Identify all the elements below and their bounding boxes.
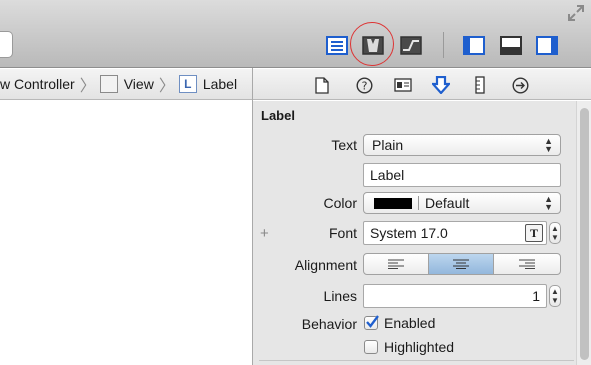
window-toolbar bbox=[0, 0, 591, 68]
swatch-divider bbox=[418, 196, 419, 210]
file-inspector-icon[interactable] bbox=[311, 74, 333, 96]
alignment-row-label: Alignment bbox=[294, 257, 357, 273]
toolbar-search-field[interactable] bbox=[0, 31, 13, 58]
checkmark-icon bbox=[366, 315, 379, 328]
version-editor-icon[interactable] bbox=[399, 34, 423, 56]
breadcrumb-separator-icon: 〉 bbox=[79, 78, 96, 95]
highlighted-label[interactable]: Highlighted bbox=[384, 339, 454, 355]
inspector-scrollbar[interactable] bbox=[576, 101, 591, 365]
text-content-value: Label bbox=[370, 167, 405, 183]
utilities-toggle-icon[interactable] bbox=[535, 34, 559, 56]
align-left-button[interactable] bbox=[363, 253, 429, 275]
label-icon: L bbox=[178, 75, 197, 93]
svg-text:?: ? bbox=[361, 79, 367, 92]
scrollbar-thumb[interactable] bbox=[580, 108, 589, 360]
breadcrumb-view-controller[interactable]: w Controller bbox=[0, 69, 75, 99]
popup-arrows-icon: ▲ ▼ bbox=[544, 194, 553, 212]
highlighted-checkbox[interactable] bbox=[364, 340, 378, 354]
attributes-inspector-icon[interactable] bbox=[430, 74, 452, 96]
lines-row-label: Lines bbox=[323, 288, 357, 304]
debug-area-toggle-icon[interactable] bbox=[499, 34, 523, 56]
color-row-label: Color bbox=[323, 195, 357, 211]
text-content-field[interactable]: Label bbox=[363, 163, 561, 187]
enabled-checkbox[interactable] bbox=[364, 315, 379, 330]
align-left-icon bbox=[388, 259, 404, 269]
align-center-icon bbox=[453, 259, 469, 269]
enabled-label[interactable]: Enabled bbox=[384, 315, 435, 331]
breadcrumb-label-item[interactable]: L Label bbox=[178, 69, 238, 99]
inspector-selector-bar: ? bbox=[253, 69, 591, 100]
breadcrumb-separator-icon: 〉 bbox=[158, 78, 175, 95]
font-value: System 17.0 bbox=[370, 225, 448, 241]
font-picker-icon[interactable]: T bbox=[525, 224, 543, 242]
font-row-label: Font bbox=[328, 225, 357, 241]
align-right-button[interactable] bbox=[493, 253, 561, 275]
add-font-variation-icon[interactable]: + bbox=[260, 225, 269, 242]
breadcrumb-label: View bbox=[123, 76, 154, 92]
color-value: Default bbox=[425, 195, 470, 211]
align-center-button[interactable] bbox=[428, 253, 494, 275]
lines-value: 1 bbox=[532, 288, 540, 304]
lines-stepper[interactable]: ▲ ▼ bbox=[549, 285, 561, 307]
fullscreen-icon[interactable] bbox=[567, 4, 585, 22]
font-size-stepper[interactable]: ▲ ▼ bbox=[549, 222, 561, 244]
standard-editor-icon[interactable] bbox=[325, 34, 349, 56]
storyboard-canvas[interactable] bbox=[0, 101, 252, 365]
color-swatch bbox=[374, 197, 412, 209]
view-icon bbox=[99, 75, 118, 93]
breadcrumb-view[interactable]: View bbox=[99, 69, 154, 99]
navigator-toggle-icon[interactable] bbox=[462, 34, 486, 56]
lines-field[interactable]: 1 bbox=[363, 284, 547, 308]
identity-inspector-icon[interactable] bbox=[392, 74, 414, 96]
highlight-annotation-circle bbox=[350, 22, 394, 66]
font-field[interactable]: System 17.0 T bbox=[363, 221, 547, 245]
section-title: Label bbox=[261, 108, 295, 123]
align-right-icon bbox=[519, 259, 535, 269]
behavior-row-label: Behavior bbox=[301, 316, 357, 332]
popup-arrows-icon: ▲ ▼ bbox=[544, 136, 553, 154]
breadcrumb-label: Label bbox=[202, 76, 238, 92]
text-type-value: Plain bbox=[372, 137, 404, 153]
section-divider bbox=[259, 360, 574, 361]
size-inspector-icon[interactable] bbox=[469, 74, 491, 96]
breadcrumb-label: w Controller bbox=[0, 76, 75, 92]
text-type-popup[interactable]: Plain ▲ ▼ bbox=[363, 134, 561, 156]
connections-inspector-icon[interactable] bbox=[509, 74, 531, 96]
color-popup[interactable]: Default ▲ ▼ bbox=[363, 192, 561, 214]
quick-help-icon[interactable]: ? bbox=[353, 74, 375, 96]
jump-bar: w Controller 〉 View 〉 L Label bbox=[0, 69, 252, 100]
toolbar-divider bbox=[443, 32, 444, 58]
text-row-label: Text bbox=[331, 137, 357, 153]
attributes-inspector: Label Text Plain ▲ ▼ Label Color Default … bbox=[253, 101, 591, 365]
